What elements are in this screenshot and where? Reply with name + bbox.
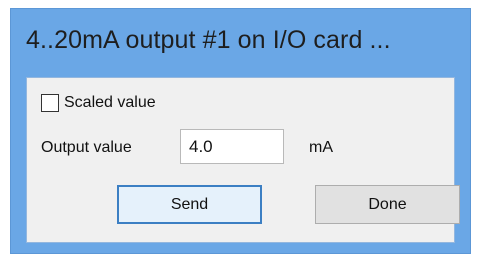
title-bar[interactable]: 4..20mA output #1 on I/O card ... <box>11 9 470 72</box>
scaled-value-label: Scaled value <box>64 94 156 111</box>
done-button[interactable]: Done <box>315 185 460 224</box>
window-title: 4..20mA output #1 on I/O card ... <box>26 26 391 54</box>
output-value-input[interactable] <box>180 129 284 164</box>
scaled-value-checkbox-row[interactable]: Scaled value <box>41 94 156 112</box>
scaled-value-checkbox[interactable] <box>41 94 59 112</box>
dialog-window: 4..20mA output #1 on I/O card ... Scaled… <box>10 8 471 254</box>
output-value-label: Output value <box>41 139 132 156</box>
send-button[interactable]: Send <box>117 185 262 224</box>
unit-label: mA <box>309 139 333 156</box>
dialog-content: Scaled value Output value mA Send Done <box>26 77 460 243</box>
